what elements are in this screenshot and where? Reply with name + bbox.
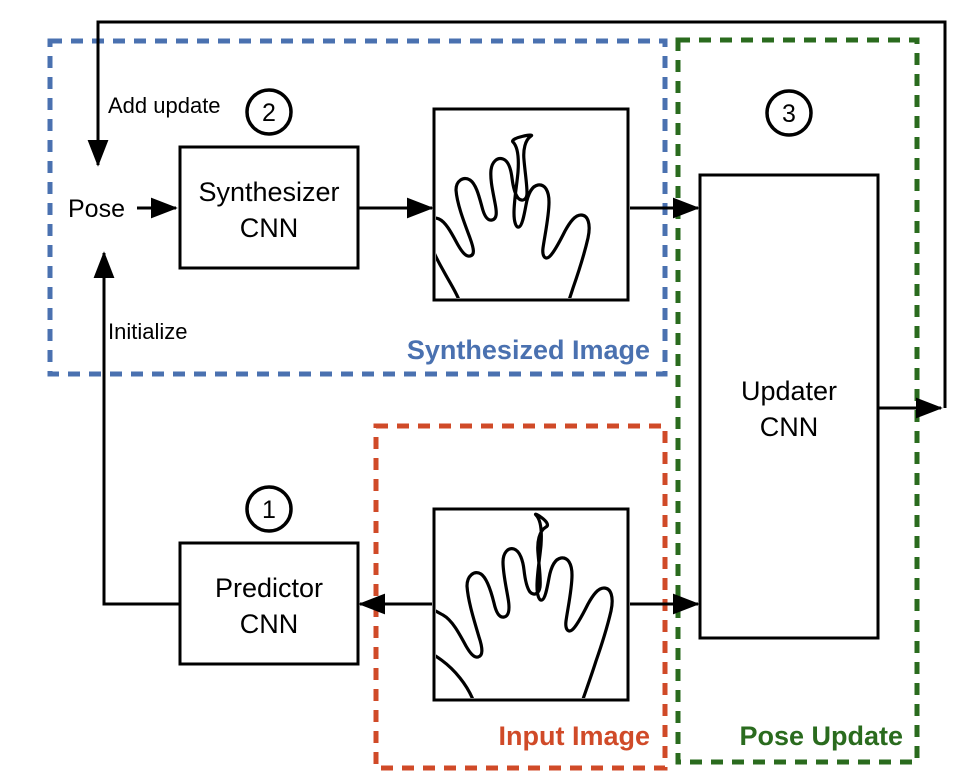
block-synthesizer-cnn-label-line1: Synthesizer — [198, 177, 339, 207]
step-number-3: 3 — [782, 100, 796, 128]
step-number-1: 1 — [262, 496, 276, 524]
pose-node-label: Pose — [68, 195, 125, 223]
block-updater-cnn-label-line2: CNN — [760, 412, 819, 442]
pipeline-diagram: Synthesizer CNN Predictor CNN Updater CN… — [47, 20, 947, 771]
block-updater-cnn-label-line1: Updater — [741, 376, 837, 406]
block-predictor-cnn-label-line2: CNN — [240, 609, 299, 639]
block-predictor-cnn[interactable] — [178, 541, 360, 666]
step-number-2: 2 — [262, 99, 276, 127]
group-label-synthesized-image: Synthesized Image — [407, 335, 650, 365]
block-synthesizer-cnn[interactable] — [178, 145, 360, 270]
block-updater-cnn[interactable] — [698, 173, 880, 640]
add-update-label: Add update — [108, 93, 221, 118]
initialize-connector — [93, 251, 180, 606]
initialize-label: Initialize — [108, 319, 187, 344]
diagram-canvas: Synthesizer CNN Predictor CNN Updater CN… — [0, 0, 980, 776]
block-predictor-cnn-label-line1: Predictor — [215, 573, 323, 603]
group-label-input-image: Input Image — [498, 721, 650, 751]
group-label-pose-update: Pose Update — [739, 721, 903, 751]
block-synthesizer-cnn-label-line2: CNN — [240, 213, 299, 243]
